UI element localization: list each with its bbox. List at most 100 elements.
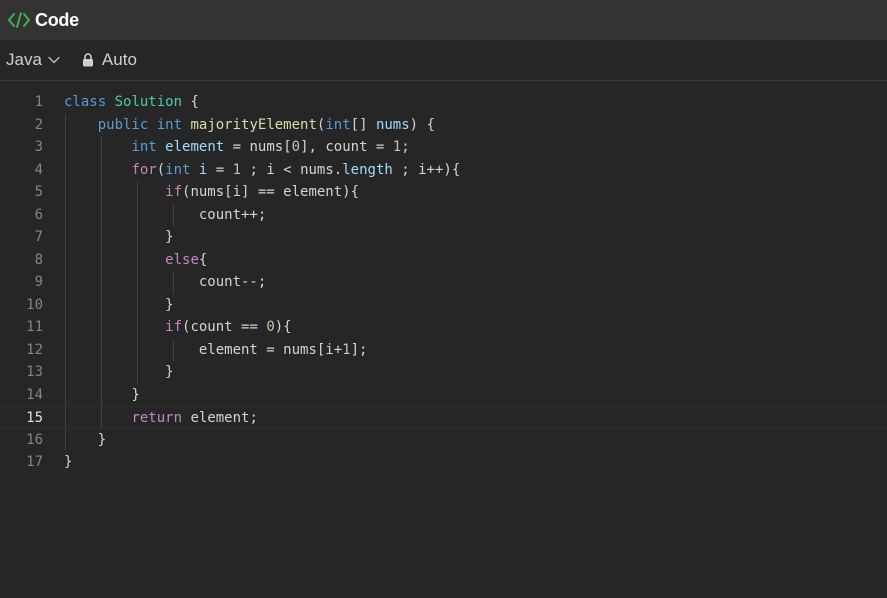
line-content: for(int i = 1 ; i < nums.length ; i++){	[64, 159, 460, 182]
line-number: 13	[26, 364, 43, 380]
line-content: element = nums[i+1];	[64, 339, 368, 362]
code-line[interactable]: 14 }	[0, 384, 887, 407]
code-line[interactable]: 13 }	[0, 361, 887, 384]
code-token: return	[131, 410, 183, 426]
code-token: {	[182, 94, 199, 110]
code-line[interactable]: 12 element = nums[i+1];	[0, 339, 887, 362]
line-content: }	[64, 226, 173, 249]
code-lines: 1 class Solution {2 public int majorityEl…	[0, 91, 887, 474]
code-token: element	[165, 139, 225, 155]
code-token: }	[165, 296, 174, 313]
line-content: count--;	[64, 271, 266, 294]
line-number: 1	[34, 94, 43, 110]
code-token: (nums[i] == element){	[182, 184, 360, 200]
code-line[interactable]: 2 public int majorityElement(int[] nums)…	[0, 114, 887, 137]
code-token: int	[165, 161, 191, 178]
code-token: int	[131, 139, 157, 155]
code-line[interactable]: 10 }	[0, 294, 887, 317]
code-token: 1	[392, 139, 402, 155]
code-line[interactable]: 1 class Solution {	[0, 91, 887, 114]
code-token: }	[131, 386, 140, 403]
code-line[interactable]: 17}	[0, 451, 887, 474]
line-number: 5	[34, 184, 43, 200]
line-content: }	[64, 451, 72, 474]
line-number: 3	[34, 139, 43, 155]
code-line[interactable]: 4 for(int i = 1 ; i < nums.length ; i++)…	[0, 159, 887, 182]
code-line[interactable]: 15 return element;	[0, 406, 887, 429]
code-token: (	[156, 161, 166, 178]
line-number: 16	[26, 431, 43, 448]
code-token: =	[207, 161, 233, 178]
code-token: ];	[350, 341, 368, 358]
line-content: if(nums[i] == element){	[64, 181, 359, 204]
editor-toolbar: Java Auto	[0, 40, 887, 81]
chevron-down-icon	[48, 56, 60, 64]
line-content: public int majorityElement(int[] nums) {	[64, 114, 435, 137]
line-number: 6	[34, 206, 43, 223]
code-icon	[8, 12, 30, 28]
code-token: 1	[342, 341, 351, 358]
code-token: ; i++){	[392, 161, 461, 178]
line-number: 10	[26, 296, 43, 313]
code-token: int	[156, 116, 183, 133]
code-token: Solution	[114, 94, 183, 110]
code-line[interactable]: 16 }	[0, 429, 887, 452]
code-line[interactable]: 9 count--;	[0, 271, 887, 294]
code-token: 1	[232, 161, 242, 178]
code-token: ], count =	[300, 139, 393, 155]
line-content: int element = nums[0], count = 1;	[64, 136, 410, 159]
code-line[interactable]: 3 int element = nums[0], count = 1;	[0, 136, 887, 159]
line-number: 8	[34, 251, 43, 268]
code-line[interactable]: 11 if(count == 0){	[0, 316, 887, 339]
language-label: Java	[6, 50, 42, 69]
code-token: element = nums[i+	[198, 341, 343, 358]
code-line[interactable]: 8 else{	[0, 249, 887, 272]
panel-header: Code	[0, 0, 887, 40]
code-token: {	[198, 251, 208, 268]
code-line[interactable]: 7 }	[0, 226, 887, 249]
line-content: }	[64, 294, 174, 317]
code-token: ;	[401, 139, 410, 155]
line-content: }	[64, 429, 106, 452]
code-editor[interactable]: 1 class Solution {2 public int majorityEl…	[0, 81, 887, 474]
code-token: = nums[	[224, 139, 292, 155]
line-content: }	[64, 384, 140, 407]
code-line[interactable]: 5 if(nums[i] == element){	[0, 181, 887, 204]
auto-mode-button[interactable]: Auto	[82, 50, 137, 70]
line-number: 4	[34, 161, 43, 178]
code-token: if	[165, 184, 183, 200]
line-number: 7	[34, 229, 43, 245]
line-number: 9	[34, 274, 43, 290]
code-token: 0	[266, 319, 275, 335]
code-token: int	[325, 116, 351, 133]
code-token: }	[64, 454, 73, 470]
line-number: 14	[26, 386, 43, 403]
line-content: count++;	[64, 204, 266, 227]
line-number: 15	[26, 410, 43, 426]
language-select[interactable]: Java	[6, 50, 60, 70]
code-token: []	[350, 116, 376, 133]
code-line[interactable]: 6 count++;	[0, 204, 887, 227]
code-token: class	[64, 94, 107, 110]
code-token: for	[131, 161, 157, 178]
line-number: 11	[26, 319, 43, 335]
line-content: if(count == 0){	[64, 316, 291, 339]
code-token: count++;	[198, 206, 267, 223]
line-number: 12	[26, 341, 43, 358]
code-token: length	[342, 161, 393, 178]
line-content: else{	[64, 249, 207, 272]
